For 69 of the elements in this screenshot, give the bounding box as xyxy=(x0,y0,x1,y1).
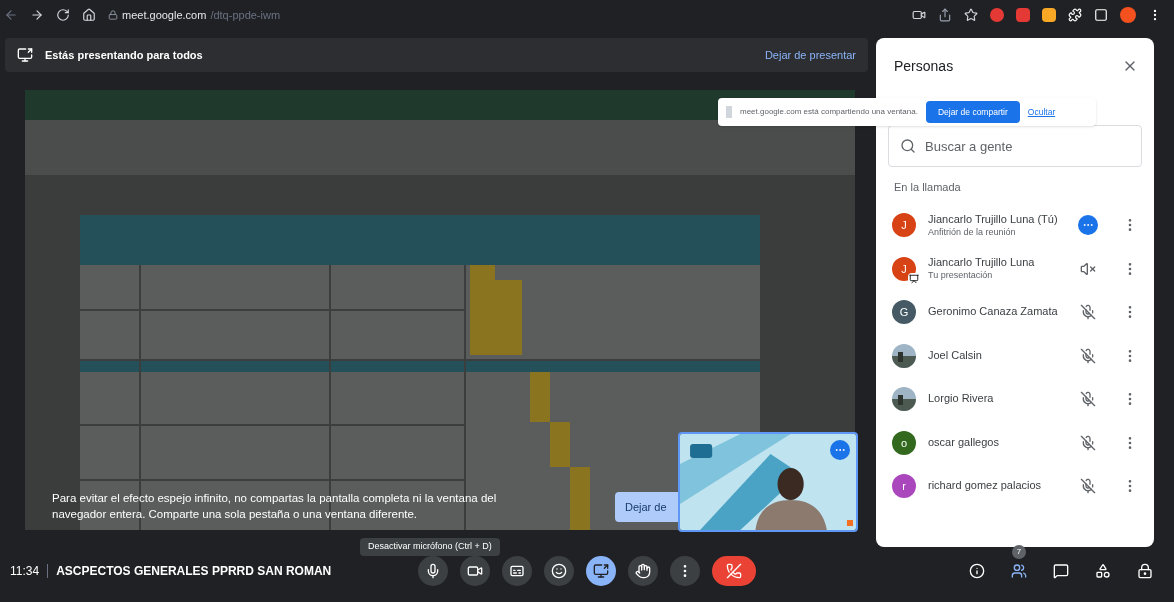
section-heading: En la llamada xyxy=(893,180,962,195)
participant-name: Lorgio Rivera xyxy=(928,392,995,407)
panel-title: Personas xyxy=(894,56,954,76)
emoji-button[interactable] xyxy=(544,556,574,586)
participant-name: Geronimo Canaza Zamata xyxy=(928,305,1059,320)
extension-icon[interactable] xyxy=(1016,8,1030,22)
microphone-icon xyxy=(425,563,441,579)
participant-row[interactable]: Lorgio Rivera xyxy=(876,377,1154,421)
extension-icon[interactable] xyxy=(1042,8,1056,22)
share-icon[interactable] xyxy=(938,8,952,22)
search-field[interactable]: Buscar a gente xyxy=(888,125,1142,167)
participant-role: Tu presentación xyxy=(928,270,994,282)
more-button[interactable] xyxy=(670,556,700,586)
profile-avatar[interactable] xyxy=(1120,7,1136,23)
lock-icon xyxy=(1137,563,1153,579)
hand-button[interactable] xyxy=(628,556,658,586)
reload-icon[interactable] xyxy=(56,8,70,22)
avatar: r xyxy=(892,474,916,499)
mic-button[interactable] xyxy=(418,556,448,586)
forward-icon[interactable] xyxy=(30,8,44,22)
participant-role: Anfitrión de la reunión xyxy=(928,226,1017,238)
star-icon[interactable] xyxy=(964,8,978,22)
camera-icon[interactable] xyxy=(912,8,926,22)
meeting-title: ASCPECTOS GENERALES PPRRD SAN ROMAN xyxy=(56,563,332,580)
participant-name: Joel Calsin xyxy=(928,348,983,363)
screen-share-icon xyxy=(593,563,609,579)
end-call-button[interactable] xyxy=(712,556,756,586)
address-field[interactable]: meet.google.com /dtq-ppde-iwm xyxy=(108,6,281,24)
home-icon[interactable] xyxy=(82,8,96,22)
count-badge: 7 xyxy=(1012,545,1026,559)
extension-icon[interactable] xyxy=(990,8,1004,22)
participant-row[interactable]: Joel Calsin xyxy=(876,334,1154,378)
lock-icon xyxy=(108,10,118,20)
back-icon[interactable] xyxy=(4,8,18,22)
captions-icon xyxy=(509,563,525,579)
puzzle-icon[interactable] xyxy=(1068,8,1082,22)
participant-row[interactable]: J Jiancarlo Trujillo Luna Tu presentación xyxy=(876,247,1154,291)
info-icon xyxy=(969,563,985,579)
avatar: G xyxy=(892,300,916,325)
avatar: J xyxy=(892,213,916,238)
camera-button[interactable] xyxy=(460,556,490,586)
banner-text: Estás presentando para todos xyxy=(45,47,203,63)
captions-button[interactable] xyxy=(502,556,532,586)
shapes-icon xyxy=(1095,563,1111,579)
hand-icon xyxy=(635,563,651,579)
participant-row[interactable]: r richard gomez palacios xyxy=(876,464,1154,508)
participant-row[interactable]: J Jiancarlo Trujillo Luna (Tú) Anfitrión de la reunión xyxy=(876,203,1154,247)
smiley-icon xyxy=(551,563,567,579)
screen-share-icon xyxy=(17,47,33,63)
participant-row[interactable]: o oscar gallegos xyxy=(876,421,1154,465)
participant-name: Jiancarlo Trujillo Luna xyxy=(928,256,1036,270)
avatar: J xyxy=(892,256,916,281)
meeting-time: 11:34 xyxy=(10,563,40,580)
camera-icon xyxy=(467,563,483,579)
tooltip: Desactivar micrófono (Ctrl + D) xyxy=(360,538,500,556)
participant-name: oscar gallegos xyxy=(928,435,1000,450)
stop-presenting-link[interactable]: Dejar de presentar xyxy=(764,46,856,64)
hide-link[interactable]: Ocultar xyxy=(1027,105,1056,119)
people-icon xyxy=(1011,563,1027,579)
avatar: o xyxy=(892,430,916,455)
present-button[interactable] xyxy=(586,556,616,586)
stop-sharing-button[interactable]: Dejar de compartir xyxy=(925,101,1020,123)
search-icon xyxy=(900,138,916,154)
window-icon[interactable] xyxy=(1094,8,1108,22)
phone-icon xyxy=(726,563,742,579)
participant-name: Jiancarlo Trujillo Luna (Tú) xyxy=(928,212,1059,227)
chat-icon xyxy=(1053,563,1069,579)
participant-name: richard gomez palacios xyxy=(928,479,1043,494)
participant-row[interactable]: G Geronimo Canaza Zamata xyxy=(876,290,1154,334)
